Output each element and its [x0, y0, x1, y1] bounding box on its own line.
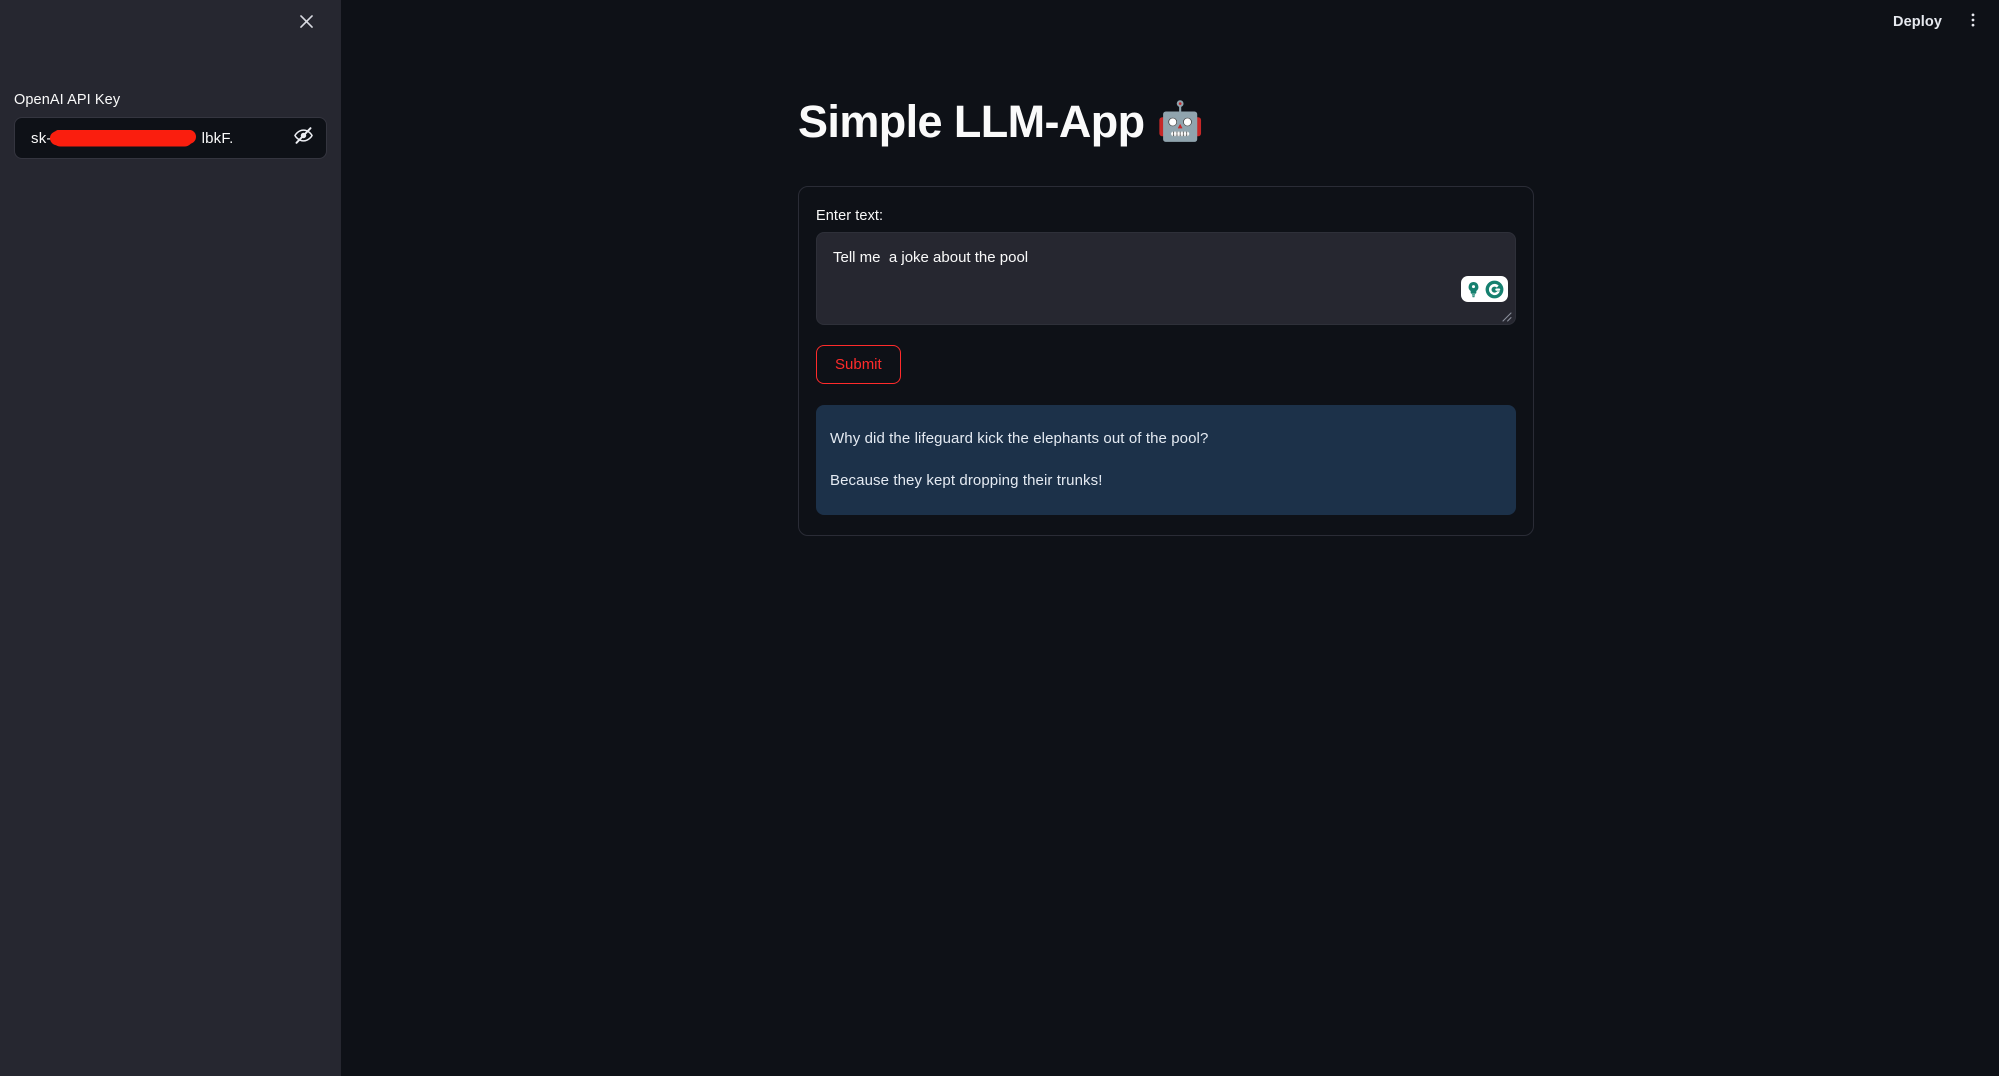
sidebar: OpenAI API Key sk- lbkF.	[0, 0, 341, 1076]
deploy-button[interactable]: Deploy	[1884, 9, 1951, 35]
api-key-visibility-toggle[interactable]	[288, 123, 318, 153]
three-dots-vertical-icon	[1964, 11, 1982, 34]
llm-form: Enter text: Tell me a joke about the poo…	[798, 186, 1534, 536]
main-menu-button[interactable]	[1957, 6, 1989, 38]
page-title-text: Simple LLM-App	[798, 96, 1145, 147]
api-key-value: sk- lbkF.	[31, 129, 286, 147]
api-key-suffix: lbkF.	[201, 129, 234, 147]
prompt-textarea-container[interactable]	[816, 232, 1516, 326]
submit-button[interactable]: Submit	[816, 345, 901, 385]
sidebar-close-button[interactable]	[289, 4, 323, 38]
lightbulb-icon[interactable]	[1464, 280, 1483, 299]
result-line: Why did the lifeguard kick the elephants…	[830, 430, 1209, 448]
prompt-textarea[interactable]	[817, 233, 1515, 325]
grammarly-badge[interactable]	[1461, 276, 1508, 303]
sidebar-content: OpenAI API Key sk- lbkF.	[14, 90, 327, 160]
grammarly-g-icon[interactable]	[1484, 279, 1505, 300]
api-key-input[interactable]: sk- lbkF.	[14, 117, 327, 160]
result-info-box: Why did the lifeguard kick the elephants…	[816, 405, 1516, 515]
robot-emoji-icon: 🤖	[1156, 100, 1204, 143]
api-key-prefix: sk-	[31, 129, 52, 147]
page-title: Simple LLM-App 🤖	[798, 95, 1535, 148]
api-key-label: OpenAI API Key	[14, 92, 121, 108]
result-line: Because they kept dropping their trunks!	[830, 472, 1103, 490]
enter-text-label: Enter text:	[816, 208, 884, 225]
app-toolbar: Deploy	[1884, 0, 1999, 44]
main-content-area: Simple LLM-App 🤖 Enter text: Tell me a j…	[341, 0, 1999, 1076]
eye-slash-icon	[293, 125, 314, 151]
api-key-redaction-mark	[52, 129, 193, 147]
textarea-resize-handle[interactable]	[1497, 307, 1513, 323]
close-icon	[297, 12, 316, 31]
